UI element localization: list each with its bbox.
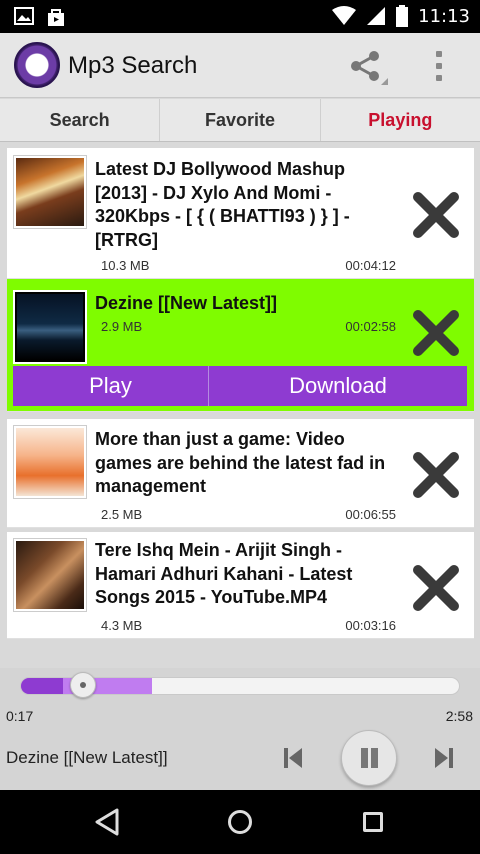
track-size: 2.9 MB: [101, 319, 143, 334]
seek-handle[interactable]: [69, 672, 96, 698]
back-icon[interactable]: [94, 808, 120, 836]
track-list: Latest DJ Bollywood Mashup [2013] - DJ X…: [7, 148, 474, 639]
status-bar: 11:13: [0, 0, 480, 33]
close-icon[interactable]: [410, 307, 462, 359]
now-playing-title: Dezine [[New Latest]]: [6, 748, 168, 767]
overflow-menu-icon[interactable]: [436, 51, 442, 81]
download-button[interactable]: Download: [209, 366, 467, 406]
battery-icon: [396, 5, 409, 27]
track-size: 10.3 MB: [101, 258, 150, 273]
track-title: Tere Ishq Mein - Arijit Singh - Hamari A…: [95, 540, 353, 607]
tab-bar: Search Favorite Playing: [0, 99, 480, 142]
app-logo-icon: [14, 42, 60, 88]
pause-button[interactable]: [341, 730, 397, 786]
close-icon[interactable]: [410, 189, 462, 241]
seek-played: [21, 678, 63, 694]
track-duration: 00:04:12: [345, 258, 396, 273]
recent-apps-icon[interactable]: [363, 812, 383, 832]
skip-previous-icon[interactable]: [283, 747, 303, 769]
track-thumbnail: [13, 155, 87, 229]
track-size: 4.3 MB: [101, 618, 143, 633]
app-title: Mp3 Search: [68, 52, 198, 79]
clock: 11:13: [418, 5, 470, 27]
system-nav-bar: [0, 790, 480, 854]
tab-playing[interactable]: Playing: [321, 99, 480, 141]
player-panel: 0:17 2:58 Dezine [[New Latest]]: [0, 668, 480, 790]
track-duration: 00:06:55: [345, 507, 396, 522]
track-thumbnail: [13, 290, 87, 364]
shopping-bag-icon: [48, 9, 64, 26]
close-icon[interactable]: [410, 449, 462, 501]
track-duration: 00:02:58: [345, 319, 396, 334]
track-title: Dezine [[New Latest]]: [95, 293, 278, 313]
track-size: 2.5 MB: [101, 507, 143, 522]
track-duration: 00:03:16: [345, 618, 396, 633]
track-actions: Play Download: [13, 366, 467, 406]
signal-icon: [367, 7, 386, 25]
image-icon: [14, 7, 34, 25]
track-item[interactable]: Latest DJ Bollywood Mashup [2013] - DJ X…: [7, 148, 474, 279]
track-item-selected[interactable]: Dezine [[New Latest]] 2.9 MB 00:02:58 Pl…: [7, 279, 474, 412]
track-thumbnail: [13, 425, 87, 499]
tab-favorite[interactable]: Favorite: [160, 99, 321, 141]
share-icon[interactable]: [350, 50, 390, 86]
current-time: 0:17: [6, 708, 34, 724]
track-title: More than just a game: Video games are b…: [95, 429, 386, 496]
tab-search[interactable]: Search: [0, 99, 161, 141]
app-bar: Mp3 Search: [0, 33, 480, 98]
play-button[interactable]: Play: [13, 366, 209, 406]
close-icon[interactable]: [410, 562, 462, 614]
track-thumbnail: [13, 538, 87, 612]
track-title: Latest DJ Bollywood Mashup [2013] - DJ X…: [95, 159, 350, 250]
wifi-icon: [332, 6, 357, 25]
total-time: 2:58: [445, 708, 473, 724]
track-item[interactable]: Tere Ishq Mein - Arijit Singh - Hamari A…: [7, 532, 474, 639]
home-icon[interactable]: [228, 810, 252, 834]
track-item[interactable]: More than just a game: Video games are b…: [7, 419, 474, 528]
skip-next-icon[interactable]: [434, 747, 454, 769]
